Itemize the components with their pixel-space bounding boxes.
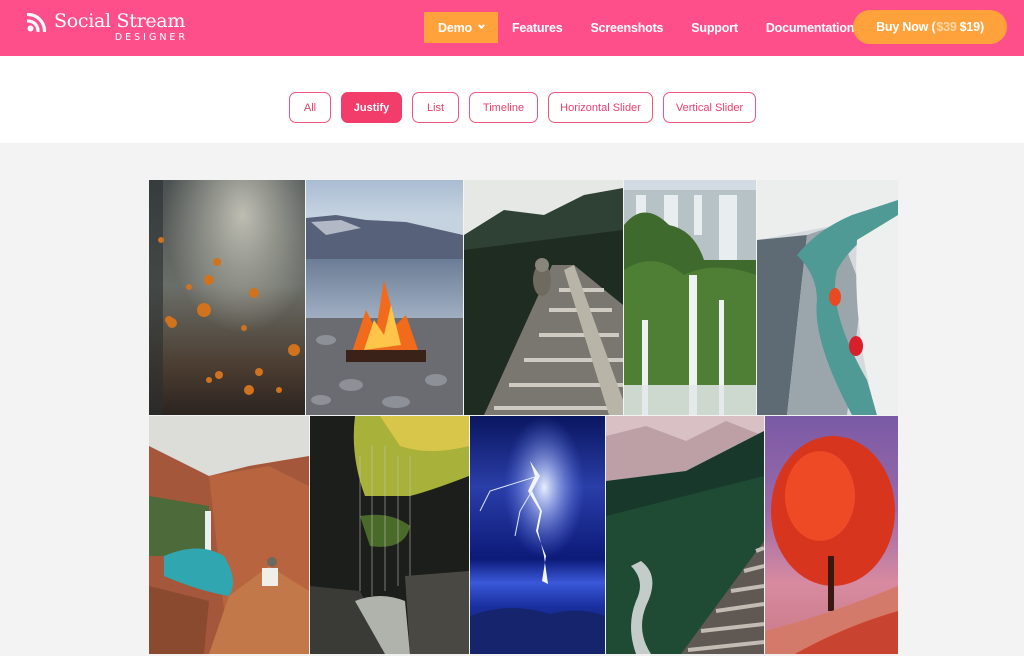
nav-screenshots-label: Screenshots <box>590 20 664 35</box>
gallery-item-forest-river[interactable] <box>606 416 764 654</box>
logo[interactable]: Social Stream DESIGNER <box>27 9 185 44</box>
gallery-item-autumn-leaves[interactable] <box>149 180 305 415</box>
nav-demo[interactable]: Demo <box>424 12 498 43</box>
buy-now-button[interactable]: Buy Now ($39 $19) <box>853 10 1007 44</box>
gallery-item-canyon-pool[interactable] <box>149 416 309 654</box>
rss-icon <box>27 12 47 32</box>
nav-demo-label: Demo <box>438 20 472 35</box>
chevron-down-icon <box>477 21 485 30</box>
nav-features[interactable]: Features <box>498 12 577 43</box>
filter-list[interactable]: List <box>412 92 459 123</box>
logo-title: Social Stream <box>54 10 186 32</box>
gallery-item-lightning[interactable] <box>470 416 605 654</box>
photo-campfire <box>306 180 463 415</box>
site-header: Social Stream DESIGNER Demo Features Scr… <box>0 0 1024 56</box>
photo-railway-bridge <box>464 180 623 415</box>
old-price: $39 <box>936 20 957 34</box>
photo-red-tree <box>765 416 898 654</box>
filter-timeline[interactable]: Timeline <box>469 92 538 123</box>
new-price: $19 <box>959 20 980 34</box>
gallery-item-ice-rafting[interactable] <box>757 180 898 415</box>
logo-subtitle: DESIGNER <box>114 32 189 43</box>
nav-features-label: Features <box>511 20 563 35</box>
gallery-item-red-tree[interactable] <box>765 416 898 654</box>
nav-support-label: Support <box>691 20 738 35</box>
filter-justify[interactable]: Justify <box>341 92 402 123</box>
photo-autumn-leaves <box>149 180 305 415</box>
photo-jungle-waterfalls <box>624 180 756 415</box>
nav-screenshots[interactable]: Screenshots <box>576 12 677 43</box>
photo-lightning <box>470 416 605 654</box>
filter-vertical-slider[interactable]: Vertical Slider <box>663 92 756 123</box>
layout-filters: All Justify List Timeline Horizontal Sli… <box>289 92 756 123</box>
photo-canyon-pool <box>149 416 309 654</box>
gallery-item-gorge-waterfall[interactable] <box>310 416 469 654</box>
gallery-item-campfire[interactable] <box>306 180 463 415</box>
buy-now-suffix: ) <box>979 20 984 34</box>
nav-support[interactable]: Support <box>677 12 752 43</box>
gallery-item-jungle-waterfalls[interactable] <box>624 180 756 415</box>
photo-ice-rafting <box>757 180 898 415</box>
photo-gorge-waterfall <box>310 416 469 654</box>
main-nav: Demo Features Screenshots Support Docume… <box>424 12 880 43</box>
photo-forest-river <box>606 416 764 654</box>
nav-documentation-label: Documentation <box>765 20 855 35</box>
layout-filter-bar: All Justify List Timeline Horizontal Sli… <box>0 56 1024 143</box>
gallery-item-railway-bridge[interactable] <box>464 180 623 415</box>
filter-all[interactable]: All <box>289 92 331 123</box>
filter-horizontal-slider[interactable]: Horizontal Slider <box>548 92 653 123</box>
buy-now-label: Buy Now ( <box>876 20 936 34</box>
